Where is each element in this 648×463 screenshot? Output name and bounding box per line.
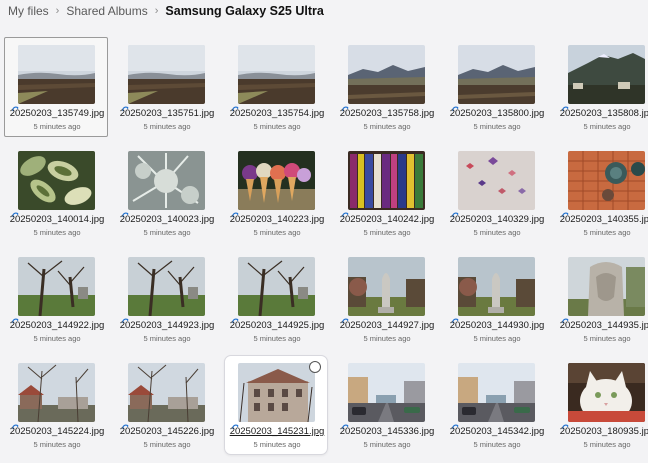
photo-thumbnail[interactable] (18, 257, 95, 316)
file-name[interactable]: 20250203_180935.jpg (555, 426, 648, 437)
photo-thumbnail[interactable] (348, 151, 425, 210)
photo-thumbnail[interactable] (458, 363, 535, 422)
file-modified-time: 5 minutes ago (143, 122, 191, 131)
file-modified-time: 5 minutes ago (583, 228, 631, 237)
select-checkbox[interactable] (309, 361, 321, 373)
file-modified-time: 5 minutes ago (253, 122, 301, 131)
file-name[interactable]: 20250203_144935.jpg (555, 320, 648, 331)
photo-thumbnail[interactable] (348, 257, 425, 316)
photo-thumbnail[interactable] (18, 45, 95, 104)
file-modified-time: 5 minutes ago (143, 228, 191, 237)
file-tile[interactable]: 20250203_135751.jpg 5 minutes ago (114, 37, 218, 137)
file-modified-time: 5 minutes ago (33, 334, 81, 343)
file-name[interactable]: 20250203_144922.jpg (5, 320, 109, 331)
file-name[interactable]: 20250203_145231.jpg (225, 426, 329, 437)
photo-thumbnail[interactable] (128, 45, 205, 104)
file-name[interactable]: 20250203_135749.jpg (5, 108, 109, 119)
file-name[interactable]: 20250203_135758.jpg (335, 108, 439, 119)
photo-thumbnail[interactable] (458, 257, 535, 316)
file-tile[interactable]: 20250203_145336.jpg 5 minutes ago (334, 355, 438, 455)
file-name[interactable]: 20250203_145224.jpg (5, 426, 109, 437)
file-tile[interactable]: 20250203_144925.jpg 5 minutes ago (224, 249, 328, 349)
file-tile[interactable]: 20250203_140355.jpg 5 minutes ago (554, 143, 648, 243)
file-modified-time: 5 minutes ago (363, 228, 411, 237)
photo-thumbnail[interactable] (128, 257, 205, 316)
file-modified-time: 5 minutes ago (33, 228, 81, 237)
file-tile[interactable]: 20250203_145342.jpg 5 minutes ago (444, 355, 548, 455)
photo-thumbnail[interactable] (568, 45, 645, 104)
file-name[interactable]: 20250203_140023.jpg (115, 214, 219, 225)
file-name[interactable]: 20250203_144925.jpg (225, 320, 329, 331)
file-modified-time: 5 minutes ago (33, 122, 81, 131)
file-modified-time: 5 minutes ago (253, 334, 301, 343)
file-name[interactable]: 20250203_145226.jpg (115, 426, 219, 437)
file-name[interactable]: 20250203_144930.jpg (445, 320, 549, 331)
file-modified-time: 5 minutes ago (583, 122, 631, 131)
file-tile[interactable]: 20250203_144935.jpg 5 minutes ago (554, 249, 648, 349)
file-modified-time: 5 minutes ago (363, 440, 411, 449)
photo-thumbnail[interactable] (458, 45, 535, 104)
file-tile[interactable]: 20250203_140223.jpg 5 minutes ago (224, 143, 328, 243)
file-modified-time: 5 minutes ago (143, 440, 191, 449)
file-modified-time: 5 minutes ago (583, 440, 631, 449)
file-modified-time: 5 minutes ago (363, 334, 411, 343)
file-grid: 20250203_135749.jpg 5 minutes ago 20250203… (0, 0, 648, 463)
photo-thumbnail[interactable] (568, 363, 645, 422)
photo-thumbnail[interactable] (238, 45, 315, 104)
photo-thumbnail[interactable] (238, 363, 315, 422)
file-tile[interactable]: 20250203_135758.jpg 5 minutes ago (334, 37, 438, 137)
file-tile[interactable]: 20250203_135749.jpg 5 minutes ago (4, 37, 108, 137)
file-tile[interactable]: 20250203_135754.jpg 5 minutes ago (224, 37, 328, 137)
photo-thumbnail[interactable] (128, 151, 205, 210)
file-modified-time: 5 minutes ago (473, 228, 521, 237)
file-tile[interactable]: 20250203_144930.jpg 5 minutes ago (444, 249, 548, 349)
photo-thumbnail[interactable] (568, 151, 645, 210)
file-modified-time: 5 minutes ago (33, 440, 81, 449)
file-name[interactable]: 20250203_144923.jpg (115, 320, 219, 331)
photo-thumbnail[interactable] (18, 151, 95, 210)
file-tile[interactable]: 20250203_140014.jpg 5 minutes ago (4, 143, 108, 243)
file-name[interactable]: 20250203_145342.jpg (445, 426, 549, 437)
file-tile[interactable]: 20250203_140023.jpg 5 minutes ago (114, 143, 218, 243)
file-tile[interactable]: 20250203_135808.jpg 5 minutes ago (554, 37, 648, 137)
file-modified-time: 5 minutes ago (143, 334, 191, 343)
file-tile[interactable]: 20250203_135800.jpg 5 minutes ago (444, 37, 548, 137)
file-name[interactable]: 20250203_140355.jpg (555, 214, 648, 225)
file-name[interactable]: 20250203_135751.jpg (115, 108, 219, 119)
file-name[interactable]: 20250203_140242.jpg (335, 214, 439, 225)
file-modified-time: 5 minutes ago (253, 440, 301, 449)
file-name[interactable]: 20250203_145336.jpg (335, 426, 439, 437)
file-tile[interactable]: 20250203_140242.jpg 5 minutes ago (334, 143, 438, 243)
file-tile[interactable]: 20250203_144922.jpg 5 minutes ago (4, 249, 108, 349)
file-tile[interactable]: 20250203_140329.jpg 5 minutes ago (444, 143, 548, 243)
file-tile[interactable]: 20250203_145226.jpg 5 minutes ago (114, 355, 218, 455)
photo-thumbnail[interactable] (238, 257, 315, 316)
file-name[interactable]: 20250203_140223.jpg (225, 214, 329, 225)
file-modified-time: 5 minutes ago (583, 334, 631, 343)
file-name[interactable]: 20250203_135808.jpg (555, 108, 648, 119)
file-tile[interactable]: 20250203_144927.jpg 5 minutes ago (334, 249, 438, 349)
photo-thumbnail[interactable] (458, 151, 535, 210)
file-tile[interactable]: 20250203_144923.jpg 5 minutes ago (114, 249, 218, 349)
photo-thumbnail[interactable] (568, 257, 645, 316)
file-name[interactable]: 20250203_135754.jpg (225, 108, 329, 119)
photo-thumbnail[interactable] (348, 363, 425, 422)
photo-thumbnail[interactable] (128, 363, 205, 422)
file-name[interactable]: 20250203_144927.jpg (335, 320, 439, 331)
file-modified-time: 5 minutes ago (473, 440, 521, 449)
file-name[interactable]: 20250203_140329.jpg (445, 214, 549, 225)
file-modified-time: 5 minutes ago (253, 228, 301, 237)
file-tile[interactable]: 20250203_145224.jpg 5 minutes ago (4, 355, 108, 455)
file-modified-time: 5 minutes ago (363, 122, 411, 131)
file-modified-time: 5 minutes ago (473, 122, 521, 131)
file-name[interactable]: 20250203_135800.jpg (445, 108, 549, 119)
photo-thumbnail[interactable] (18, 363, 95, 422)
photo-thumbnail[interactable] (348, 45, 425, 104)
file-tile[interactable]: 20250203_180935.jpg 5 minutes ago (554, 355, 648, 455)
photo-thumbnail[interactable] (238, 151, 315, 210)
file-modified-time: 5 minutes ago (473, 334, 521, 343)
file-name[interactable]: 20250203_140014.jpg (5, 214, 109, 225)
file-tile[interactable]: 20250203_145231.jpg 5 minutes ago (224, 355, 328, 455)
